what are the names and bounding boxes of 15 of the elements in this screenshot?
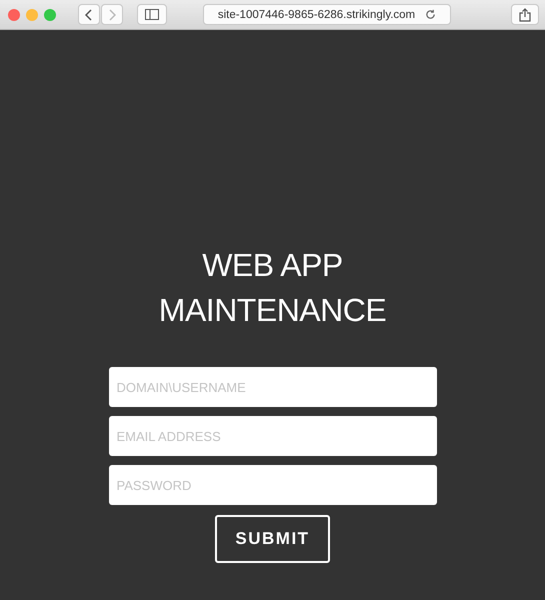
back-button[interactable]	[78, 4, 100, 25]
share-icon	[519, 8, 531, 22]
reload-icon[interactable]	[425, 9, 436, 20]
submit-button[interactable]: SUBMIT	[215, 515, 330, 563]
url-text: site-1007446-9865-6286.strikingly.com	[218, 8, 416, 20]
page-title: WEB APP MAINTENANCE	[158, 246, 386, 330]
sidebar-icon	[145, 9, 159, 20]
input-field[interactable]: EMAIL ADDRESS	[108, 416, 436, 456]
share-button[interactable]	[511, 4, 539, 25]
chevron-right-icon	[108, 8, 116, 20]
input-field[interactable]: DOMAIN\USERNAME	[108, 367, 436, 407]
input-field[interactable]: PASSWORD	[108, 465, 436, 505]
chevron-left-icon	[85, 8, 93, 20]
sidebar-button[interactable]	[137, 4, 167, 25]
address-bar[interactable]: site-1007446-9865-6286.strikingly.com	[203, 4, 451, 25]
